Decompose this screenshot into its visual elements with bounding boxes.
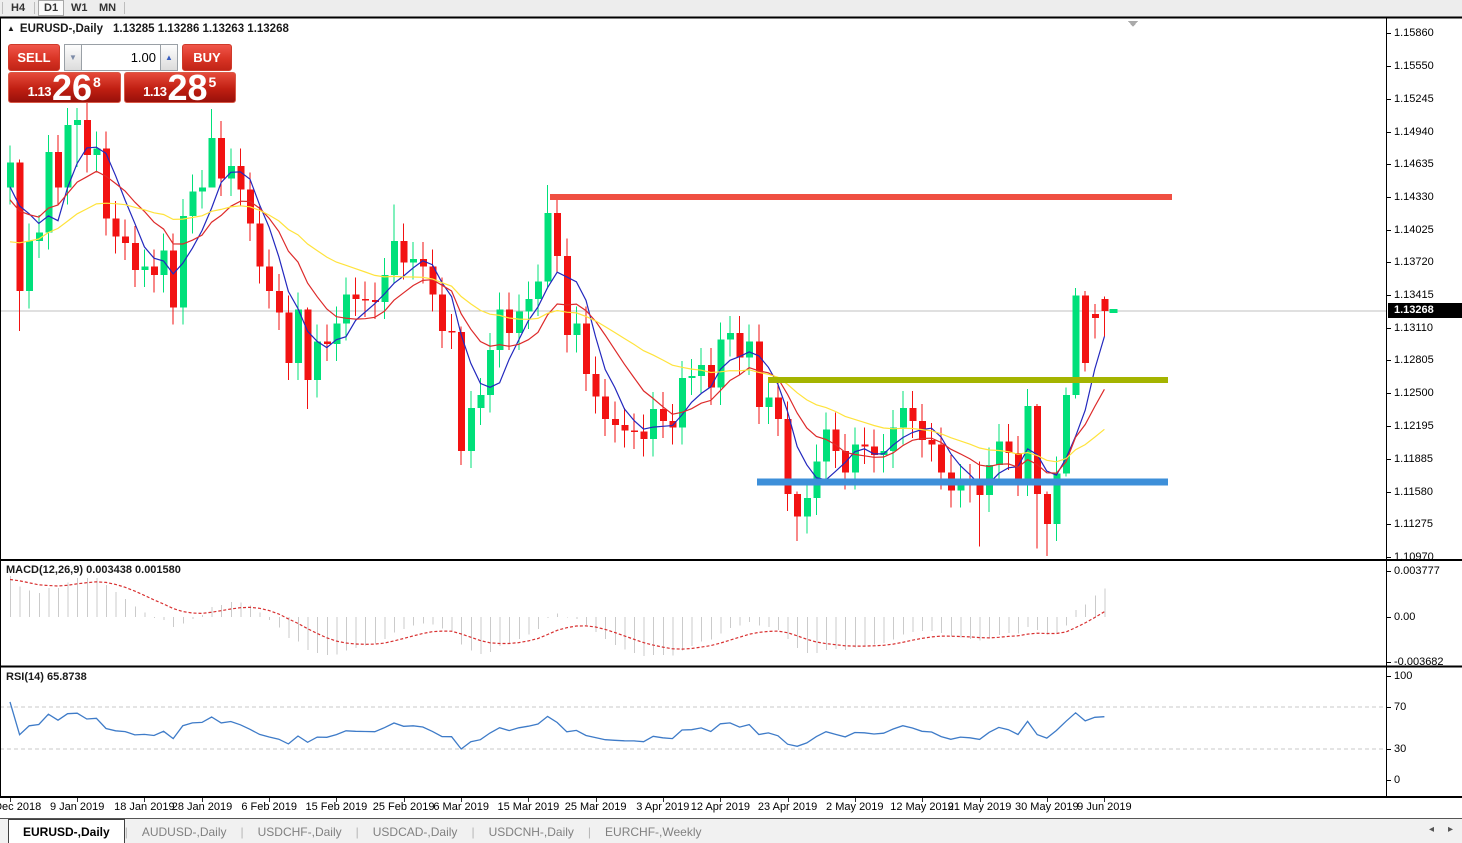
price-axis-label: 1.15245 xyxy=(1394,92,1434,106)
volume-input[interactable] xyxy=(82,44,160,71)
volume-increase-button[interactable]: ▲ xyxy=(160,44,178,71)
resistance-line xyxy=(550,194,1172,200)
date-axis-label: 25 Feb 2019 xyxy=(373,801,435,813)
date-axis-label: 6 Mar 2019 xyxy=(433,801,489,813)
date-axis-label: 23 Apr 2019 xyxy=(758,801,817,813)
chart-shift-marker xyxy=(1128,21,1138,27)
rsi-indicator-label: RSI(14) 65.8738 xyxy=(6,671,87,683)
mt4-window: H4D1W1MN ▲EURUSD-,Daily1.13285 1.13286 1… xyxy=(0,0,1462,843)
price-axis-label: 1.11885 xyxy=(1394,452,1433,466)
price-axis-label: 1.12500 xyxy=(1394,386,1434,400)
macd-axis-label: 0.00 xyxy=(1394,610,1415,624)
date-axis-label: 15 Mar 2019 xyxy=(498,801,560,813)
buy-button[interactable]: BUY xyxy=(182,44,232,71)
price-axis-label: 1.14025 xyxy=(1394,223,1434,237)
price-axis-label: 1.13720 xyxy=(1394,255,1434,269)
price-axis-label: 1.12195 xyxy=(1394,419,1434,433)
date-axis-label: 3 Apr 2019 xyxy=(636,801,689,813)
panel-borders xyxy=(0,17,1462,803)
chevron-down-icon: ▼ xyxy=(69,53,77,62)
collapse-panel-icon[interactable]: ▲ xyxy=(7,24,15,33)
price-axis-label: 1.14330 xyxy=(1394,190,1434,204)
date-axis-label: 25 Mar 2019 xyxy=(565,801,627,813)
macd-axis-label: 0.003777 xyxy=(1394,564,1440,578)
tab-scroll-right-icon[interactable]: ▸ xyxy=(1448,824,1453,835)
price-axis-label: 1.11580 xyxy=(1394,485,1433,499)
buy-price-tile[interactable]: 1.13 28 5 xyxy=(124,72,237,103)
current-price-tag: 1.13268 xyxy=(1388,303,1462,318)
chevron-up-icon: ▲ xyxy=(165,53,173,62)
macd-axis-label: -0.003682 xyxy=(1394,655,1444,669)
buy-price-prefix: 1.13 xyxy=(143,84,166,99)
price-axis-label: 1.15550 xyxy=(1394,59,1434,73)
chart-tab-eurusd[interactable]: EURUSD-,Daily xyxy=(8,819,125,843)
date-axis-label: 21 May 2019 xyxy=(948,801,1012,813)
price-axis-label: 1.14940 xyxy=(1394,125,1434,139)
ohlc-quotes: 1.13285 1.13286 1.13263 1.13268 xyxy=(113,23,289,35)
last-bar-marker xyxy=(1109,309,1117,313)
date-axis-label: 15 Feb 2019 xyxy=(306,801,368,813)
sell-price-big: 26 xyxy=(52,73,92,102)
rsi-axis-label: 0 xyxy=(1394,773,1400,787)
date-axis-label: 2 May 2019 xyxy=(826,801,883,813)
buy-price-big: 28 xyxy=(167,73,207,102)
support-line xyxy=(757,478,1168,485)
sell-button[interactable]: SELL xyxy=(8,44,60,71)
chart-tab-audusd[interactable]: AUDUSD-,Daily xyxy=(128,819,241,843)
price-axis-label: 1.13415 xyxy=(1394,288,1434,302)
sell-price-tile[interactable]: 1.13 26 8 xyxy=(8,72,121,103)
buy-price-sup: 5 xyxy=(209,74,217,90)
chart-title: ▲ EURUSD-,Daily 1.13285 1.13286 1.13263 1.… xyxy=(7,23,289,37)
date-axis-label: 9 Jun 2019 xyxy=(1077,801,1131,813)
chart-tab-eurchf[interactable]: EURCHF-,Weekly xyxy=(591,819,715,843)
rsi-layer xyxy=(0,702,1386,749)
price-axis-label: 1.10970 xyxy=(1394,550,1434,564)
rsi-axis-label: 100 xyxy=(1394,669,1412,683)
price-axis-label: 1.13110 xyxy=(1394,321,1433,335)
date-axis-label: 12 Apr 2019 xyxy=(691,801,750,813)
price-axis-label: 1.11275 xyxy=(1394,517,1433,531)
candles-layer xyxy=(7,103,1108,556)
rsi-axis-label: 30 xyxy=(1394,742,1406,756)
chart-tab-usdchf[interactable]: USDCHF-,Daily xyxy=(244,819,356,843)
chart-tab-usdcnh[interactable]: USDCNH-,Daily xyxy=(475,819,588,843)
price-axis-label: 1.14635 xyxy=(1394,157,1434,171)
date-axis-label: 9 Jan 2019 xyxy=(50,801,104,813)
date-axis-label: 6 Feb 2019 xyxy=(241,801,297,813)
date-axis-label: 30 May 2019 xyxy=(1015,801,1079,813)
one-click-trade-panel: SELL ▼ ▲ BUY 1.13 26 8 1.13 28 5 xyxy=(8,44,236,103)
price-chart-canvas[interactable] xyxy=(0,0,1462,843)
volume-decrease-button[interactable]: ▼ xyxy=(64,44,82,71)
date-axis-label: 28 Jan 2019 xyxy=(172,801,233,813)
tab-scroll-left-icon[interactable]: ◂ xyxy=(1429,824,1434,835)
date-axis-label: 31 Dec 2018 xyxy=(0,801,41,813)
date-axis-label: 12 May 2019 xyxy=(890,801,954,813)
symbol-period-label: EURUSD-,Daily xyxy=(20,23,103,35)
rsi-line xyxy=(10,702,1104,749)
macd-layer xyxy=(10,576,1105,656)
sell-price-sup: 8 xyxy=(93,74,101,90)
price-axis-label: 1.15860 xyxy=(1394,26,1434,40)
chart-tab-bar: EURUSD-,Daily|AUDUSD-,Daily|USDCHF-,Dail… xyxy=(0,818,1462,843)
sell-price-prefix: 1.13 xyxy=(28,84,51,99)
rsi-axis-label: 70 xyxy=(1394,700,1406,714)
price-axis-label: 1.12805 xyxy=(1394,353,1434,367)
chart-tab-usdcad[interactable]: USDCAD-,Daily xyxy=(359,819,472,843)
macd-indicator-label: MACD(12,26,9) 0.003438 0.001580 xyxy=(6,564,181,576)
mid-support-line xyxy=(768,377,1168,383)
date-axis-label: 18 Jan 2019 xyxy=(114,801,175,813)
